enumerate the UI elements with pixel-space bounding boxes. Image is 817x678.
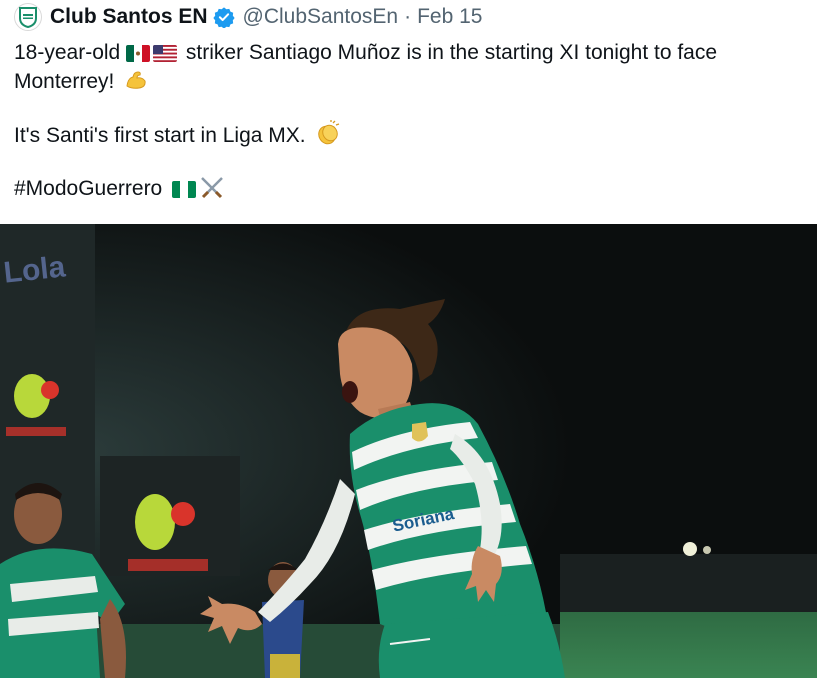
crossed-swords-icon	[201, 177, 223, 199]
tweet-line-1: 18-year-old striker Santiago Muñoz is in…	[14, 38, 809, 67]
hashtag-link[interactable]: #ModoGuerrero	[14, 177, 162, 200]
user-handle[interactable]: @ClubSantosEn	[243, 5, 399, 29]
tweet-date[interactable]: Feb 15	[417, 5, 482, 29]
mexico-flag-icon	[126, 45, 151, 62]
nigeria-flag-icon	[172, 181, 197, 198]
floodlight	[683, 542, 697, 556]
clapping-hands-icon	[318, 120, 340, 145]
tweet-line-4: #ModoGuerrero	[14, 174, 809, 203]
separator-dot: ·	[404, 5, 412, 28]
pitch	[560, 612, 817, 678]
verified-badge-icon	[212, 7, 235, 28]
display-name[interactable]: Club Santos EN	[50, 5, 208, 29]
match-photo: Lola Soriana	[0, 224, 817, 678]
line2-text: Monterrey!	[14, 70, 115, 93]
tweet-header: Club Santos EN @ClubSantosEn · Feb 15	[14, 2, 482, 32]
line3-text: It's Santi's first start in Liga MX.	[14, 124, 306, 147]
tweet-photo[interactable]: Lola Soriana	[0, 224, 817, 678]
floodlight	[703, 546, 711, 554]
tweet-text: 18-year-old striker Santiago Muñoz is in…	[14, 38, 809, 203]
club-crest-icon[interactable]	[14, 3, 42, 31]
svg-text:Lola: Lola	[2, 250, 67, 289]
open-mouth	[342, 381, 358, 403]
sponsor-sign-upper: Lola	[2, 250, 67, 289]
flexed-bicep-icon	[126, 71, 146, 89]
tweet-line-2: Monterrey!	[14, 67, 809, 96]
tweet-card: Club Santos EN @ClubSantosEn · Feb 15 18…	[0, 0, 817, 678]
line1-start: 18-year-old	[14, 41, 121, 64]
line1-end: striker Santiago Muñoz is in the startin…	[185, 41, 718, 64]
usa-flag-icon	[153, 45, 178, 62]
tweet-line-3: It's Santi's first start in Liga MX.	[14, 120, 809, 150]
